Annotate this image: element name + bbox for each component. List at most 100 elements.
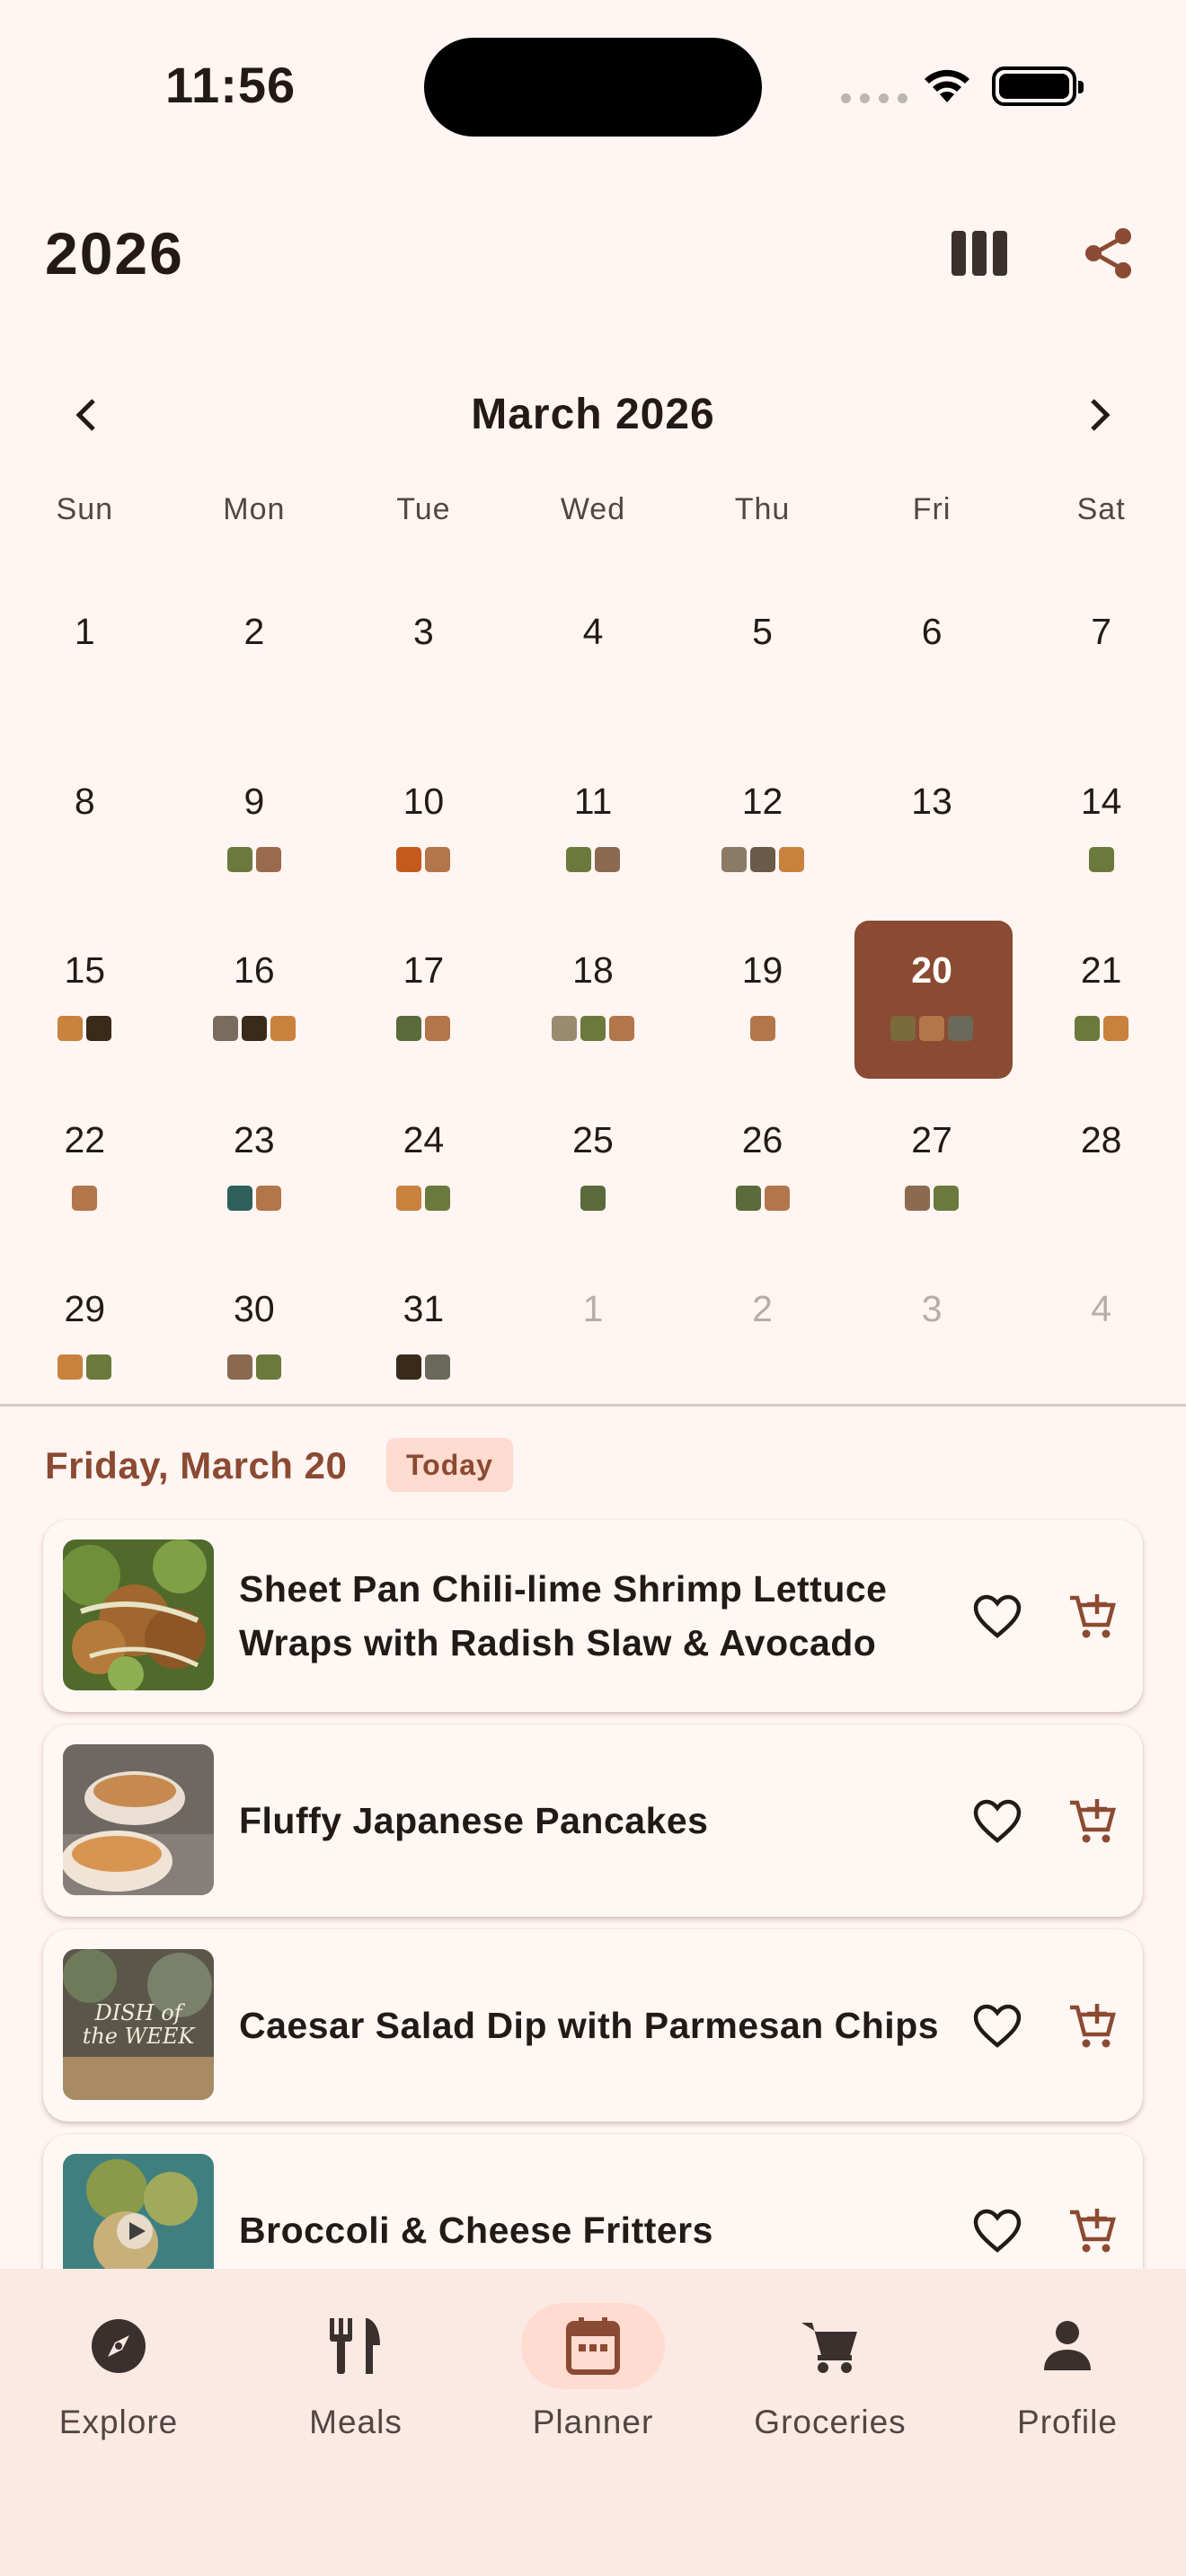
favorite-button[interactable] bbox=[969, 1793, 1026, 1850]
calendar-day[interactable]: 16 bbox=[170, 913, 340, 1083]
calendar-day[interactable]: 3 bbox=[847, 1252, 1017, 1422]
day-number: 9 bbox=[243, 780, 265, 822]
next-month-button[interactable] bbox=[1078, 388, 1121, 442]
favorite-button[interactable] bbox=[969, 1998, 1026, 2055]
add-to-cart-button[interactable] bbox=[1062, 1791, 1121, 1850]
meal-thumbnail bbox=[594, 846, 620, 872]
meal-thumbnail bbox=[226, 1354, 252, 1381]
cellular-signal-icon bbox=[841, 93, 907, 103]
day-number: 28 bbox=[1080, 1118, 1122, 1160]
weekday-header: Sun Mon Tue Wed Thu Fri Sat bbox=[0, 492, 1186, 527]
meal-thumbnails bbox=[170, 846, 340, 872]
calendar-day[interactable]: 4 bbox=[509, 575, 678, 745]
meal-thumbnail bbox=[608, 1016, 634, 1042]
meal-card[interactable]: DISH of the WEEK Caesar Salad Dip with P… bbox=[43, 1929, 1143, 2122]
nav-item-explore[interactable]: Explore bbox=[0, 2269, 237, 2475]
meal-thumbnail bbox=[948, 1016, 974, 1042]
weekday-label: Mon bbox=[223, 492, 286, 526]
calendar-day[interactable]: 6 bbox=[847, 575, 1017, 745]
meal-thumbnails bbox=[339, 1354, 509, 1381]
add-to-cart-button[interactable] bbox=[1062, 1586, 1121, 1645]
heart-icon bbox=[973, 1799, 1022, 1843]
calendar-day[interactable]: 14 bbox=[1016, 745, 1186, 914]
nav-item-meals[interactable]: Meals bbox=[237, 2269, 474, 2475]
day-number: 30 bbox=[234, 1288, 275, 1330]
calendar-day[interactable]: 27 bbox=[847, 1083, 1017, 1253]
meal-thumbnail bbox=[1102, 1016, 1128, 1042]
nav-item-planner[interactable]: Planner bbox=[474, 2269, 712, 2475]
calendar-day[interactable]: 2 bbox=[170, 575, 340, 745]
meal-card[interactable]: Fluffy Japanese Pancakes bbox=[43, 1725, 1143, 1917]
favorite-button[interactable] bbox=[969, 2202, 1026, 2260]
add-to-cart-button[interactable] bbox=[1062, 2201, 1121, 2260]
share-icon bbox=[1085, 228, 1131, 278]
calendar-day[interactable]: 10 bbox=[339, 745, 509, 914]
calendar-day[interactable]: 23 bbox=[170, 1083, 340, 1253]
meal-thumbnail bbox=[778, 846, 804, 872]
calendar-day[interactable]: 11 bbox=[509, 745, 678, 914]
calendar-day[interactable]: 1 bbox=[0, 575, 170, 745]
calendar-day[interactable]: 25 bbox=[509, 1083, 678, 1253]
calendar-day[interactable]: 18 bbox=[509, 913, 678, 1083]
calendar-day[interactable]: 22 bbox=[0, 1083, 170, 1253]
meal-thumbnails bbox=[339, 1016, 509, 1042]
add-to-cart-button[interactable] bbox=[1062, 1996, 1121, 2055]
weekday-label: Wed bbox=[560, 492, 626, 526]
chevron-right-icon bbox=[1091, 399, 1111, 431]
view-toggle-button[interactable] bbox=[951, 225, 1008, 282]
add-cart-icon bbox=[1070, 1594, 1116, 1638]
calendar-day[interactable]: 13 bbox=[847, 745, 1017, 914]
meal-thumbnails bbox=[0, 1354, 170, 1381]
meal-thumbnail bbox=[226, 1185, 252, 1211]
calendar-day[interactable]: 19 bbox=[677, 913, 847, 1083]
meal-thumbnail bbox=[425, 1185, 451, 1211]
add-cart-icon bbox=[1070, 1799, 1116, 1843]
calendar-day[interactable]: 4 bbox=[1016, 1252, 1186, 1422]
share-button[interactable] bbox=[1078, 223, 1139, 284]
calendar-day[interactable]: 1 bbox=[509, 1252, 678, 1422]
meal-thumbnail bbox=[580, 1185, 606, 1211]
day-number: 29 bbox=[64, 1288, 106, 1330]
day-number: 16 bbox=[234, 949, 275, 992]
wifi-icon bbox=[925, 69, 969, 102]
day-number: 17 bbox=[403, 949, 445, 992]
calendar-day[interactable]: 8 bbox=[0, 745, 170, 914]
calendar-day[interactable]: 26 bbox=[677, 1083, 847, 1253]
meal-thumbnails bbox=[339, 1185, 509, 1211]
meal-card[interactable]: Sheet Pan Chili-lime Shrimp Lettuce Wrap… bbox=[43, 1520, 1143, 1712]
calendar-day[interactable]: 17 bbox=[339, 913, 509, 1083]
calendar-day[interactable]: 31 bbox=[339, 1252, 509, 1422]
meal-thumbnails bbox=[170, 1185, 340, 1211]
calendar-day[interactable]: 5 bbox=[677, 575, 847, 745]
calendar-day[interactable]: 12 bbox=[677, 745, 847, 914]
month-title: March 2026 bbox=[471, 391, 715, 438]
meal-thumbnail bbox=[270, 1016, 296, 1042]
calendar-day[interactable]: 24 bbox=[339, 1083, 509, 1253]
day-number: 8 bbox=[74, 780, 95, 822]
calendar-day[interactable]: 29 bbox=[0, 1252, 170, 1422]
favorite-button[interactable] bbox=[969, 1588, 1026, 1645]
weekday-label: Sun bbox=[56, 492, 114, 526]
day-number: 2 bbox=[243, 611, 265, 652]
calendar-day[interactable]: 3 bbox=[339, 575, 509, 745]
calendar-day[interactable]: 21 bbox=[1016, 913, 1186, 1083]
nav-item-groceries[interactable]: Groceries bbox=[712, 2269, 949, 2475]
dynamic-island bbox=[424, 38, 762, 137]
calendar-day[interactable]: 2 bbox=[677, 1252, 847, 1422]
calendar-day[interactable]: 15 bbox=[0, 913, 170, 1083]
meal-thumbnails bbox=[339, 846, 509, 872]
calendar-day[interactable]: 9 bbox=[170, 745, 340, 914]
meal-thumbnail bbox=[890, 1016, 916, 1042]
day-number: 4 bbox=[582, 611, 604, 652]
weekday-label: Tue bbox=[396, 492, 451, 526]
calendar-day[interactable]: 28 bbox=[1016, 1083, 1186, 1253]
meal-thumbnails bbox=[677, 1016, 847, 1042]
meal-thumbnail bbox=[425, 1354, 451, 1381]
meal-thumbnail bbox=[749, 1016, 775, 1042]
calendar-day-today[interactable]: 20 bbox=[847, 913, 1017, 1083]
meal-thumbnail bbox=[396, 1185, 422, 1211]
nav-item-profile[interactable]: Profile bbox=[949, 2269, 1186, 2475]
calendar-day[interactable]: 30 bbox=[170, 1252, 340, 1422]
meal-thumbnail bbox=[425, 1016, 451, 1042]
calendar-day[interactable]: 7 bbox=[1016, 575, 1186, 745]
